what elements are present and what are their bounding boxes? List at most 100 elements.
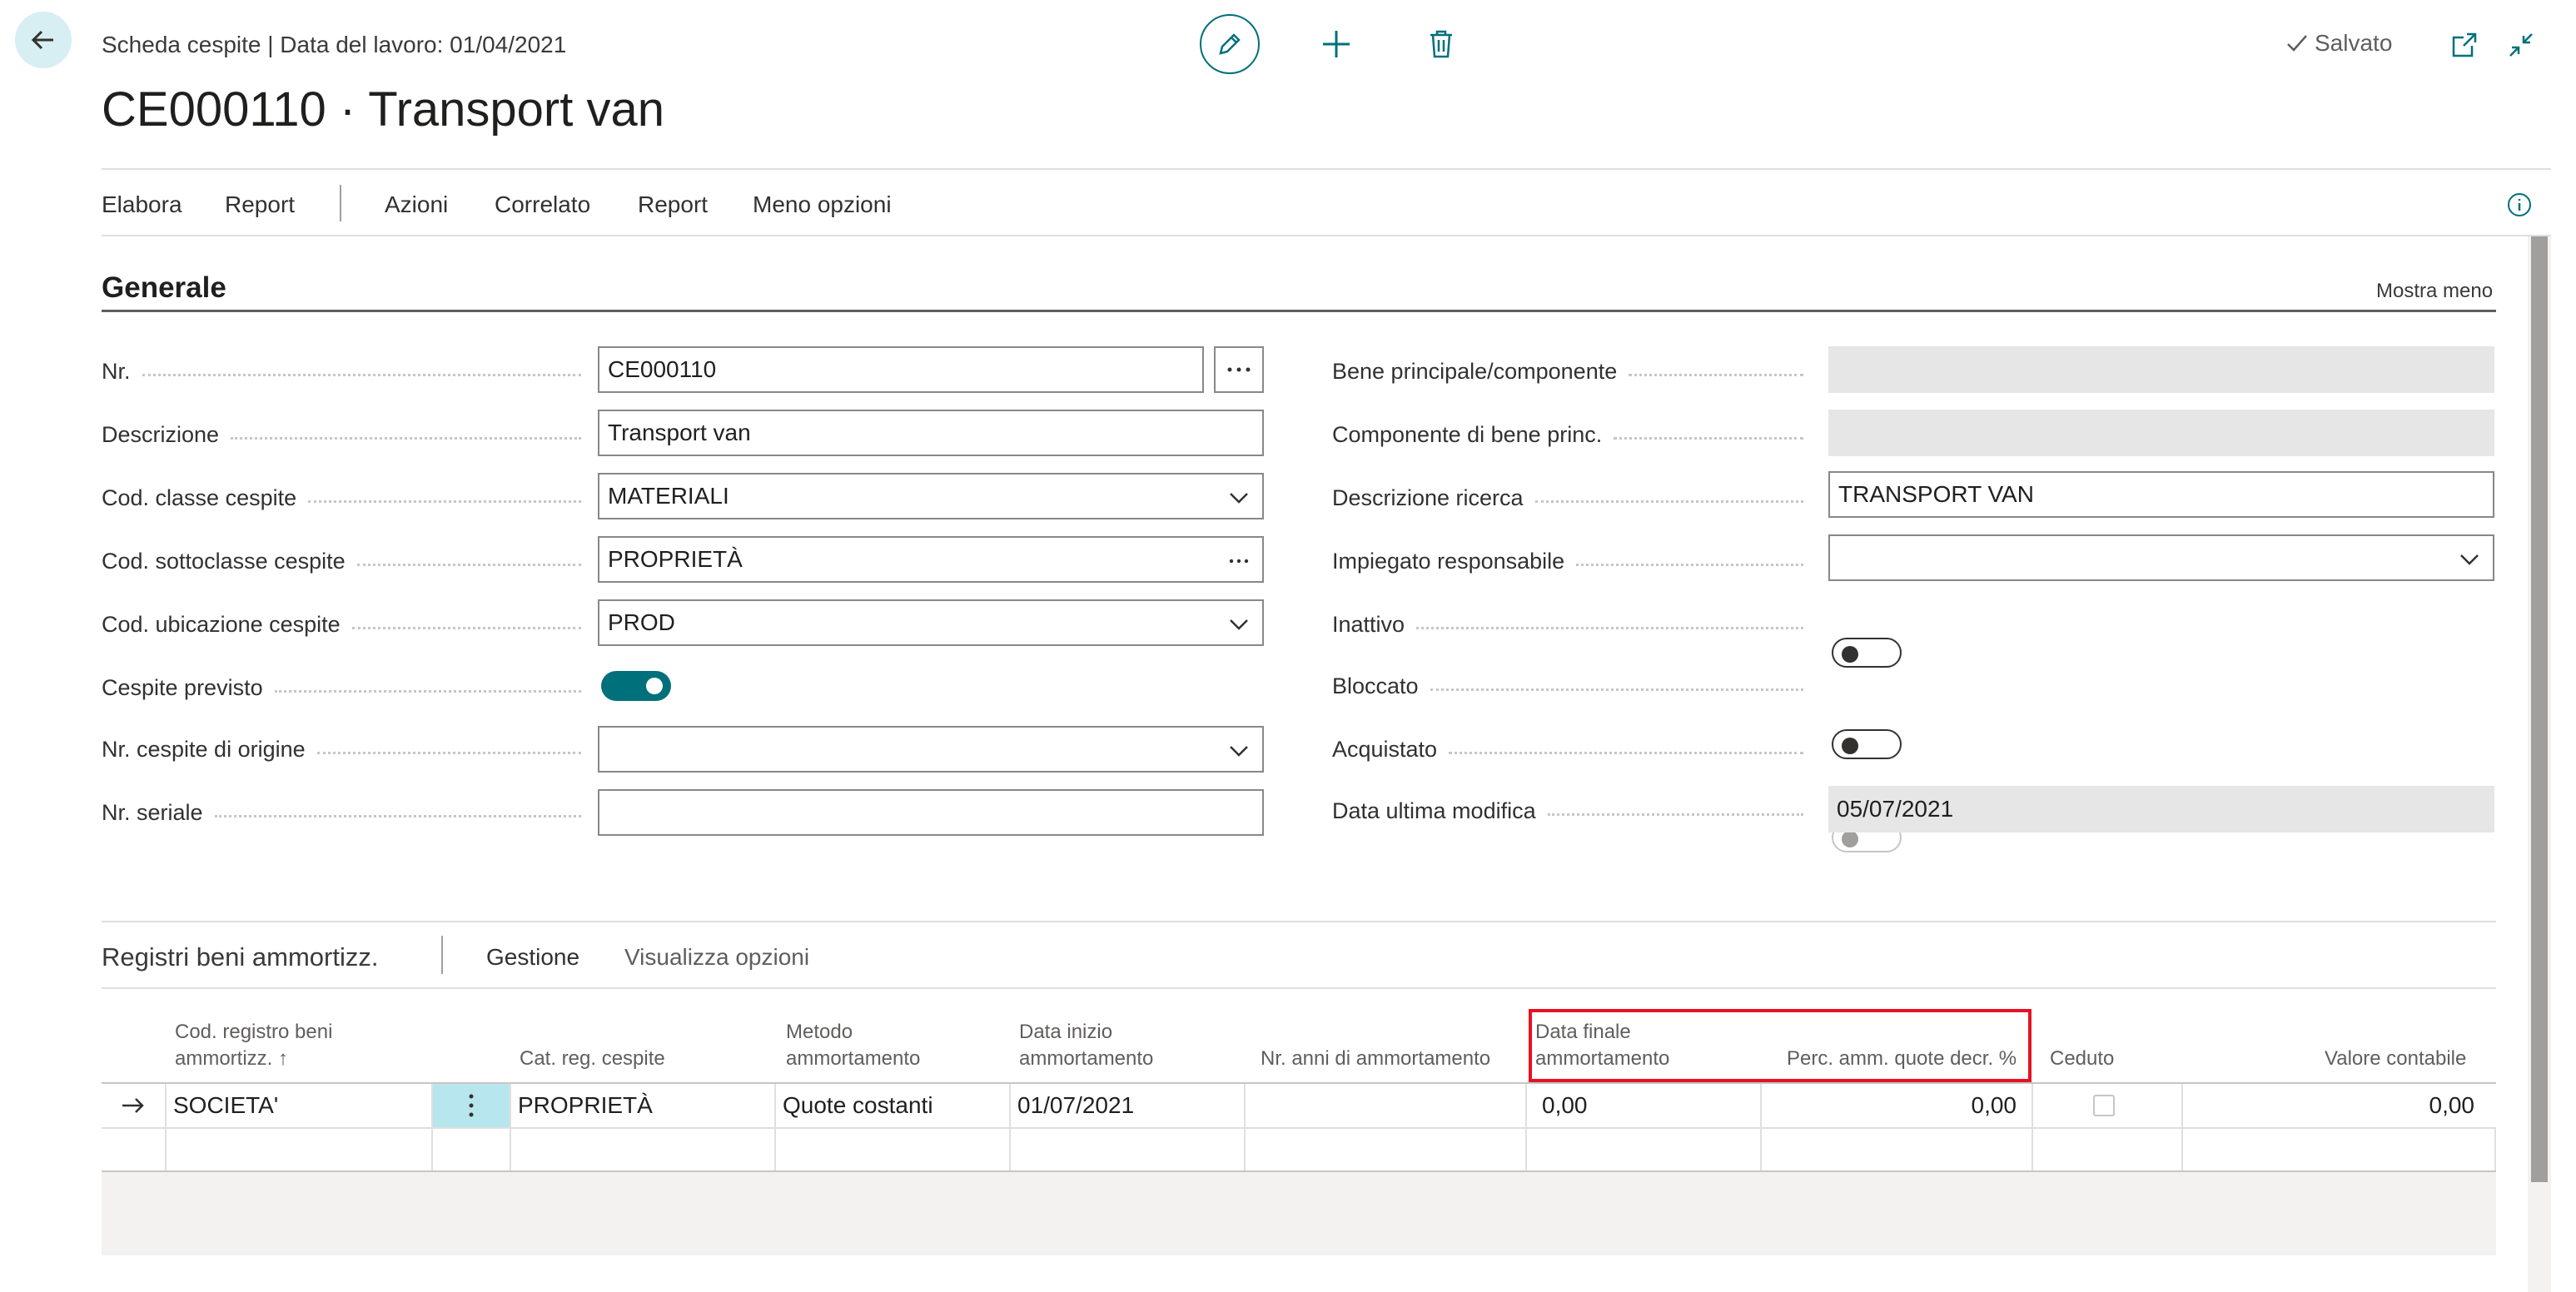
section-underline [102,310,2496,312]
cell-book-value[interactable]: 0,00 [2183,1084,2496,1127]
nr-assist-button[interactable] [1214,346,1264,393]
empty-cell[interactable] [1762,1129,2033,1170]
empty-cell[interactable] [2183,1129,2496,1170]
field-impiegato-label: Impiegato responsabile [1332,544,1815,578]
cell-end-date[interactable]: 0,00 [1527,1084,1762,1127]
breadcrumb: Scheda cespite | Data del lavoro: 01/04/… [102,32,567,57]
menu-azioni[interactable]: Azioni [385,191,448,218]
cell-book-code[interactable]: SOCIETA' [167,1084,433,1127]
ellipsis-icon [1229,559,1249,564]
field-bene-principale-label: Bene principale/componente [1332,355,1815,388]
chevron-down-icon [1230,746,1248,757]
checkmark-icon [2287,35,2307,52]
field-ubicazione-label: Cod. ubicazione cespite [102,608,593,641]
col-method[interactable]: Metodo ammortamento [786,1019,920,1072]
bene-principale-field [1828,346,2494,393]
nr-input[interactable]: CE000110 [598,346,1204,393]
chevron-down-icon [1230,493,1248,504]
chevron-down-icon [1230,619,1248,630]
inattivo-toggle[interactable] [1832,638,1902,668]
subpage-separator [441,936,443,974]
back-button[interactable] [15,12,72,68]
empty-cell[interactable] [511,1129,776,1170]
collapse-icon [2509,33,2533,57]
grid-empty-area [102,1172,2496,1255]
field-inattivo-label: Inattivo [1332,608,1815,641]
saved-label: Salvato [2315,30,2393,56]
edit-button[interactable] [1200,14,1260,74]
cell-disposed[interactable] [2033,1084,2183,1127]
row-indicator[interactable] [102,1084,167,1127]
chevron-down-icon [2460,554,2479,565]
plus-icon [1323,31,1350,57]
depreciation-section-title[interactable]: Registri beni ammortizz. [102,942,378,972]
info-button[interactable] [2504,190,2534,220]
empty-cell[interactable] [167,1129,433,1170]
cell-method[interactable]: Quote costanti [776,1084,1011,1127]
sottoclasse-lookup[interactable]: PROPRIETÀ [598,536,1264,583]
cespite-previsto-toggle[interactable] [601,671,671,701]
grid-top-line [102,987,2496,989]
menu-report-1[interactable]: Report [225,191,295,218]
empty-cell[interactable] [1527,1129,1762,1170]
field-sottoclasse-label: Cod. sottoclasse cespite [102,544,593,578]
field-cespite-origine-label: Nr. cespite di origine [102,733,593,766]
disposed-checkbox[interactable] [2093,1095,2115,1116]
visualizza-opzioni-menu[interactable]: Visualizza opzioni [624,944,809,971]
gestione-menu[interactable]: Gestione [486,944,579,971]
col-disposed[interactable]: Ceduto [2050,1046,2114,1072]
row-menu-button[interactable] [433,1084,511,1127]
field-nr-label: Nr. [102,355,593,388]
collapse-button[interactable] [2504,28,2538,62]
cespite-origine-dropdown[interactable] [598,726,1264,773]
componente-field [1828,410,2494,456]
back-arrow-icon [31,30,53,50]
classe-dropdown[interactable]: MATERIALI [598,473,1264,519]
row-menu-icon [469,1094,474,1117]
field-acquistato-label: Acquistato [1332,733,1815,766]
empty-cell[interactable] [102,1129,167,1170]
row-arrow-icon [122,1098,144,1113]
empty-cell[interactable] [1246,1129,1527,1170]
show-less-link[interactable]: Mostra meno [2376,280,2493,303]
open-new-window-button[interactable] [2448,28,2481,62]
cell-years[interactable] [1246,1084,1527,1127]
new-button[interactable] [1315,23,1357,65]
col-posting-group[interactable]: Cat. reg. cespite [520,1046,665,1072]
delete-button[interactable] [1420,23,1462,65]
col-book-code[interactable]: Cod. registro beni ammortizz. ↑ [175,1019,332,1072]
menu-correlato[interactable]: Correlato [495,191,590,218]
col-start-date[interactable]: Data inizio ammortamento [1019,1019,1153,1072]
data-modifica-field: 05/07/2021 [1828,786,2494,832]
cell-declining-pct[interactable]: 0,00 [1762,1084,2033,1127]
descrizione-input[interactable]: Transport van [598,410,1264,456]
empty-cell[interactable] [433,1129,511,1170]
field-cespite-previsto-label: Cespite previsto [102,671,593,704]
ubicazione-dropdown[interactable]: PROD [598,599,1264,646]
nr-seriale-input[interactable] [598,789,1264,836]
bloccato-toggle[interactable] [1832,729,1902,759]
menu-elabora[interactable]: Elabora [102,191,182,218]
empty-cell[interactable] [2033,1129,2183,1170]
empty-cell[interactable] [776,1129,1011,1170]
page-title: CE000110 · Transport van [102,82,664,137]
impiegato-dropdown[interactable] [1828,534,2494,581]
descrizione-ricerca-input[interactable]: TRANSPORT VAN [1828,471,2494,518]
field-bloccato-label: Bloccato [1332,669,1815,703]
menu-meno-opzioni[interactable]: Meno opzioni [753,191,892,218]
empty-cell[interactable] [1011,1129,1246,1170]
menu-divider [102,235,2551,236]
menu-report-2[interactable]: Report [638,191,708,218]
col-book-value[interactable]: Valore contabile [2325,1046,2466,1072]
menu-separator [340,185,341,221]
section-generale-title[interactable]: Generale [102,271,226,305]
scrollbar-thumb[interactable] [2531,236,2548,1182]
field-descrizione-ricerca-label: Descrizione ricerca [1332,481,1815,514]
ellipsis-icon [1227,367,1251,372]
col-years[interactable]: Nr. anni di ammortamento [1261,1046,1490,1072]
info-icon [2508,193,2531,216]
field-descrizione-label: Descrizione [102,418,593,451]
cell-start-date[interactable]: 01/07/2021 [1011,1084,1246,1127]
cell-posting-group[interactable]: PROPRIETÀ [511,1084,776,1127]
trash-icon [1430,30,1452,58]
